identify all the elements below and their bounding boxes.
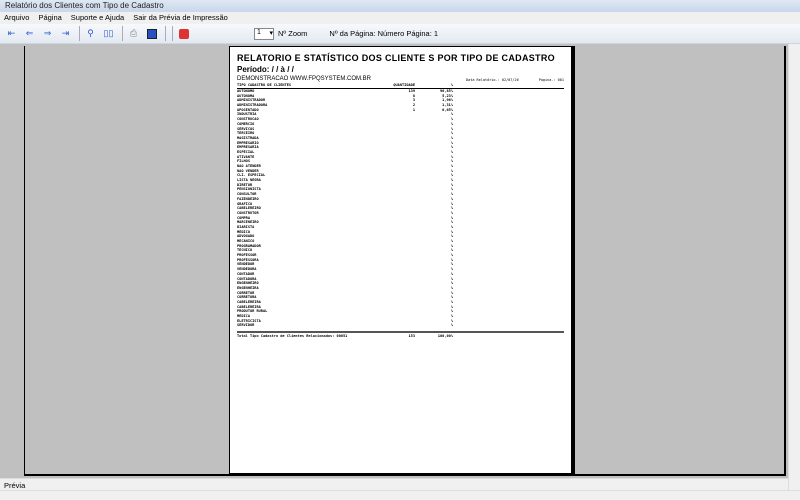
total-label: Total Tipo Cadastro de Clientes Relacion… [237,334,348,339]
report-title: RELATORIO E STATÍSTICO DOS CLIENTE S POR… [237,53,555,63]
toolbar: ⇤ ⇐ ⇒ ⇥ ⚲ ▯▯ ⎙ 1 ▾ Nº Zoom Nº da Página: … [0,24,800,44]
menu-bar: Arquivo Página Suporte e Ajuda Sair da P… [0,12,800,24]
separator [122,26,123,41]
row-percent: % [450,323,453,328]
report-page-number: Pagina.: 001 [538,78,564,82]
close-icon[interactable] [176,27,191,41]
total-percent: 100,00% [437,334,453,339]
menu-arquivo[interactable]: Arquivo [4,13,29,23]
zoom-value: 1 [257,28,261,36]
zoom-select[interactable]: 1 ▾ [254,27,274,40]
chevron-down-icon: ▾ [269,29,273,37]
title-bar: Relatório dos Clientes com Tipo de Cadas… [0,0,800,12]
separator [172,26,173,41]
menu-pagina[interactable]: Página [38,13,61,23]
report-date: Data Relatório.: 02/07/26 [466,78,519,82]
total-row: Total Tipo Cadastro de Clientes Relacion… [237,331,564,339]
next-page-icon[interactable]: ⇒ [40,27,55,41]
print-icon[interactable]: ⎙ [126,27,141,41]
menu-suporte[interactable]: Suporte e Ajuda [71,13,124,23]
horizontal-scrollbar[interactable] [0,490,800,500]
first-page-icon[interactable]: ⇤ [4,27,19,41]
zoom-icon[interactable]: ⚲ [83,27,98,41]
zoom-label: Nº Zoom [278,29,308,38]
header-tipo: TIPO CADASTRO DE CLIENTES [237,83,292,87]
row-tipo: SERVIDOR [237,323,255,328]
vertical-scrollbar[interactable] [788,44,800,490]
report-company: DEMONSTRACAO WWW.FPQSYSTEM.COM.BR [237,76,372,82]
last-page-icon[interactable]: ⇥ [58,27,73,41]
menu-sair[interactable]: Sair da Prévia de Impressão [133,13,228,23]
header-percent: % [450,83,453,87]
page-number-label: Nº da Página: Número Página: 1 [329,29,439,38]
total-quantity: 153 [408,334,416,339]
two-pages-icon[interactable]: ▯▯ [101,27,116,41]
header-quantidade: QUANTIDADE [393,83,415,87]
report-period: Período: / / à / / [237,65,294,74]
export-icon[interactable] [144,27,159,41]
table-row: SERVIDOR% [237,323,564,328]
report-page: RELATORIO E STATÍSTICO DOS CLIENTE S POR… [229,46,572,474]
separator [165,26,166,41]
status-bar: Prévia [0,478,788,490]
prev-page-icon[interactable]: ⇐ [22,27,37,41]
table-body: AUTONOMO 139 90,85% AUTONOMA 8 5,23% ADMINISTR… [237,89,564,328]
separator [79,26,80,41]
row-quantidade [387,323,415,328]
